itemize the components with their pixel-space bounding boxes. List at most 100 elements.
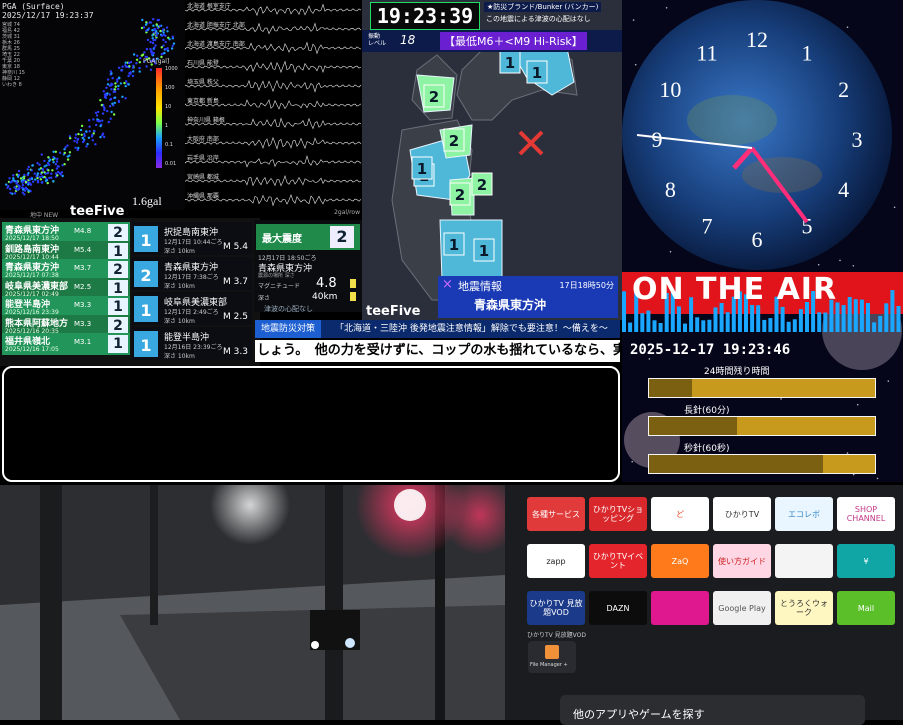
app-tile[interactable]: 各種サービス <box>527 497 585 531</box>
app-tile[interactable]: Mail <box>837 591 895 625</box>
clock-face: 121234567891011 <box>622 0 903 482</box>
pga-station-dot <box>102 133 104 135</box>
pga-station-dot <box>110 83 112 85</box>
app-tile[interactable]: ひかりTV 見放題VOD <box>527 591 585 625</box>
file-manager-tile[interactable]: File Manager + <box>528 641 576 673</box>
pga-station-dot <box>114 102 116 104</box>
visualizer-bar <box>793 319 797 332</box>
app-tile[interactable] <box>775 544 833 578</box>
waveform-station-label: 埼玉県 秩父 <box>187 77 219 86</box>
app-tile[interactable]: ひかりTVショッピング <box>589 497 647 531</box>
app-tile[interactable]: zapp <box>527 544 585 578</box>
quake-card[interactable]: 1 岐阜県美濃東部 12月17日 2:49ごろ 深さ 10km M 2.5 <box>132 292 252 325</box>
quake-card[interactable]: 2 青森県東方沖 12月17日 7:38ごろ 深さ 10km M 3.7 <box>132 257 252 290</box>
find-more-apps-button[interactable]: 他のアプリやゲームを探す <box>560 695 865 725</box>
pga-station-dot <box>74 147 76 149</box>
pga-station-dot <box>109 85 111 87</box>
ticker-headline: 「北海道・三陸沖 後発地震注意情報」解除でも要注意！〜備えを〜 <box>335 320 608 338</box>
quake-mag: M3.1 <box>74 338 91 346</box>
pga-station-dot <box>28 166 30 168</box>
pga-station-dot <box>150 50 152 52</box>
pga-station-dot <box>99 136 101 138</box>
pga-station-dot <box>50 177 52 179</box>
pga-station-dot <box>5 183 7 185</box>
quake-mag: M3.3 <box>74 301 91 309</box>
pga-station-dot <box>141 19 143 21</box>
pga-station-dot <box>152 18 154 20</box>
pga-station-dot <box>88 126 90 128</box>
pga-station-dot <box>48 164 50 166</box>
app-tile[interactable]: ど <box>651 497 709 531</box>
card-date: 12月17日 7:38ごろ <box>164 272 219 281</box>
pga-station-dot <box>52 161 54 163</box>
progress-fill <box>649 417 737 435</box>
pga-station-dot <box>117 88 119 90</box>
pga-station-dot <box>145 30 147 32</box>
app-tile[interactable]: ひかりTVイベント <box>589 544 647 578</box>
pga-station-dot <box>162 31 164 33</box>
latest-quake-info: 最大震度 2 12月17日 18:50ごろ 青森県東方沖 震源の場所 深さ マグ… <box>254 220 362 312</box>
visualizer-bar <box>756 305 760 332</box>
quake-card[interactable]: 1 択捉島南東沖 12月17日 10:44ごろ 深さ 10km M 5.4 <box>132 222 252 255</box>
pga-station-dot <box>103 109 105 111</box>
app-tile[interactable]: ¥ <box>837 544 895 578</box>
pga-station-dot <box>138 67 140 69</box>
info-depth: 40km <box>312 292 337 302</box>
pga-station-dot <box>92 139 94 141</box>
app-tile[interactable]: 使い方ガイド <box>713 544 771 578</box>
app-tile[interactable]: ZaQ <box>651 544 709 578</box>
star <box>649 358 651 360</box>
folder-icon <box>545 645 559 659</box>
clock-numeral: 6 <box>752 227 763 252</box>
digital-clock: 19:23:39 <box>370 2 480 30</box>
quake-row[interactable]: 福井県嶺北 2025/12/16 17:05 M3.1 1 <box>2 333 130 355</box>
on-air-label: ON THE AIR <box>632 272 837 307</box>
pga-station-dot <box>75 133 77 135</box>
app-tile[interactable]: ひかりTV <box>713 497 771 531</box>
pga-station-dot <box>74 137 76 139</box>
app-tile[interactable]: SHOP CHANNEL <box>837 497 895 531</box>
app-tile[interactable] <box>651 591 709 625</box>
visualizer-bar <box>714 307 718 332</box>
star <box>877 478 879 480</box>
card-date: 12月16日 23:39ごろ <box>164 342 222 351</box>
pga-station-dot <box>37 180 39 182</box>
camera-scene <box>0 485 505 720</box>
info-magnitude: 4.8 <box>316 276 337 291</box>
pga-station-dot <box>110 118 112 120</box>
visualizer-bar <box>848 297 852 332</box>
app-tile[interactable]: とうろくウォーク <box>775 591 833 625</box>
pga-station-dot <box>9 192 11 194</box>
shaking-level: 18 <box>400 33 415 47</box>
pga-station-dot <box>47 169 49 171</box>
star <box>670 251 672 253</box>
app-launcher: 各種サービス ひかりTVショッピングどひかりTV エコレボ SHOP CHANNEL z… <box>505 485 903 720</box>
card-date: 12月17日 2:49ごろ <box>164 307 219 316</box>
star <box>853 265 855 267</box>
quake-card[interactable]: 1 能登半島沖 12月16日 23:39ごろ 深さ 10km M 3.3 <box>132 327 252 360</box>
progress-fill <box>649 455 823 473</box>
app-tile[interactable]: Google Play <box>713 591 771 625</box>
pga-station-dot <box>171 47 173 49</box>
visualizer-bar <box>695 317 699 332</box>
pga-station-dot <box>150 69 152 71</box>
pga-station-dot <box>41 175 43 177</box>
app-tile[interactable]: エコレボ <box>775 497 833 531</box>
pga-station-dot <box>89 130 91 132</box>
pga-station-dot <box>36 162 38 164</box>
app-tile[interactable]: DAZN <box>589 591 647 625</box>
pga-station-dot <box>83 133 85 135</box>
pga-station-dot <box>113 91 115 93</box>
waveform-station-label: 岩手県 沿岸 <box>187 153 219 162</box>
shindo-marker-value: 1 <box>505 54 515 72</box>
pga-station-dot <box>41 182 43 184</box>
pga-station-dot <box>161 53 163 55</box>
pga-station-dot <box>133 53 135 55</box>
pga-station-dot <box>61 164 63 166</box>
pga-station-dot <box>136 59 138 61</box>
map-brand: teeFive <box>366 304 420 319</box>
clock-numeral: 9 <box>652 127 663 152</box>
analog-clock-panel: 12 1 2 3 4 5 6 7 8 9 10 11 ON THE AIR 2025-12-17 19… <box>622 0 903 482</box>
pga-station-dot <box>57 165 59 167</box>
pga-station-dot <box>56 158 58 160</box>
